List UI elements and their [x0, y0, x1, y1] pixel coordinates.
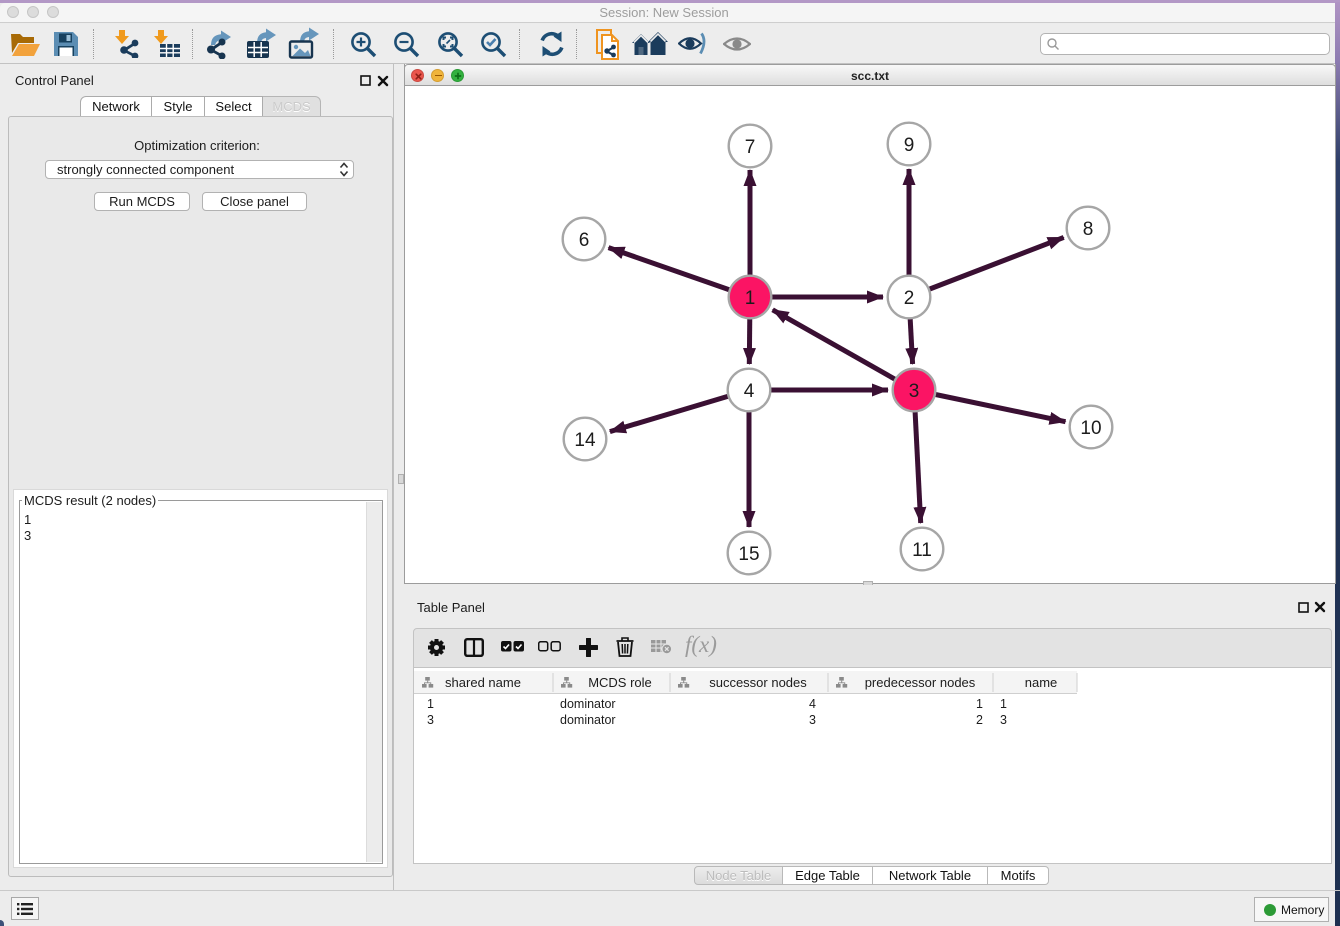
- svg-text:predecessor nodes: predecessor nodes: [865, 675, 976, 690]
- svg-text:6: 6: [579, 230, 590, 251]
- svg-text:successor nodes: successor nodes: [709, 675, 807, 690]
- svg-text:MCDS role: MCDS role: [588, 675, 652, 690]
- svg-text:2: 2: [904, 288, 915, 309]
- svg-text:8: 8: [1083, 219, 1094, 240]
- svg-text:1: 1: [745, 288, 756, 309]
- svg-text:shared name: shared name: [445, 675, 521, 690]
- svg-text:3: 3: [909, 381, 920, 402]
- svg-text:14: 14: [574, 430, 596, 451]
- svg-text:11: 11: [912, 540, 932, 561]
- svg-text:name: name: [1025, 675, 1058, 690]
- svg-text:15: 15: [738, 544, 759, 565]
- svg-text:7: 7: [745, 137, 756, 158]
- svg-text:10: 10: [1080, 418, 1101, 439]
- svg-text:4: 4: [744, 381, 755, 402]
- svg-text:9: 9: [904, 135, 915, 156]
